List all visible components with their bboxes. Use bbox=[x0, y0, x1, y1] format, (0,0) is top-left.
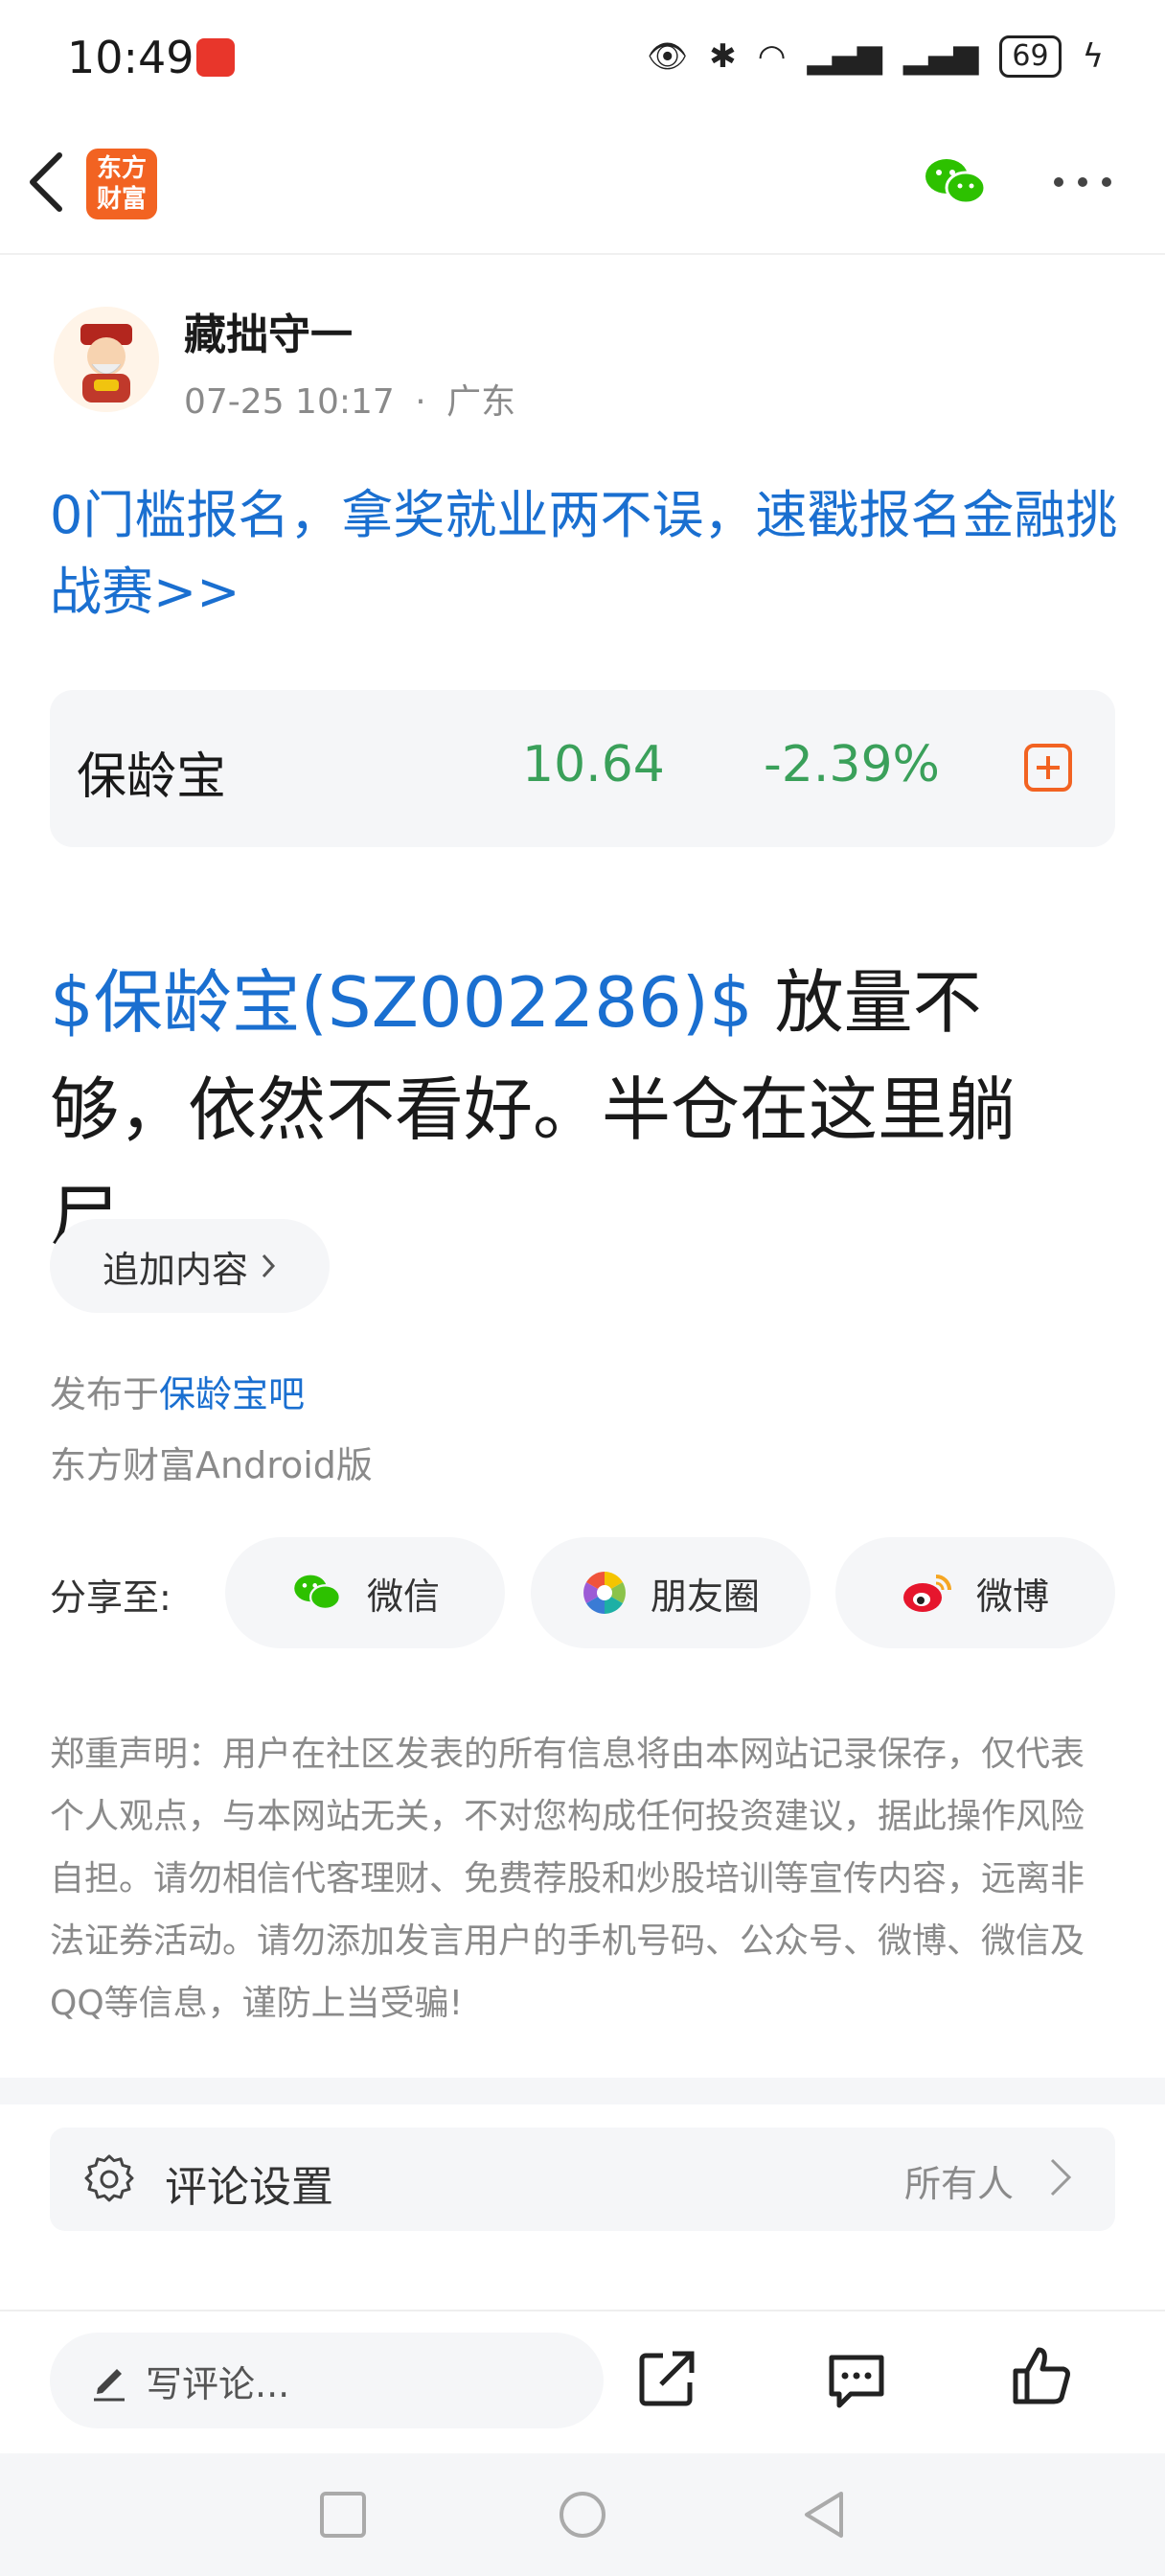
share-weibo-button[interactable]: 微博 bbox=[835, 1537, 1115, 1648]
app-logo: 东方 财富 bbox=[86, 149, 157, 219]
moments-icon bbox=[583, 1572, 626, 1614]
weibo-icon bbox=[902, 1575, 951, 1612]
wifi-icon: ◠ bbox=[757, 37, 787, 76]
back-arrow-icon[interactable] bbox=[21, 144, 79, 220]
client-info: 东方财富Android版 bbox=[50, 1444, 373, 1486]
thumbs-up-icon[interactable] bbox=[1010, 2344, 1073, 2407]
bar-link[interactable]: 保龄宝吧 bbox=[159, 1373, 305, 1415]
chevron-right-icon bbox=[1050, 2158, 1072, 2196]
append-content-button[interactable]: 追加内容 bbox=[50, 1219, 330, 1313]
add-watchlist-icon[interactable] bbox=[1023, 743, 1073, 793]
comment-settings-value: 所有人 bbox=[904, 2163, 1015, 2205]
signal-icon: ▂▄▆ bbox=[807, 37, 882, 76]
share-label: 分享至: bbox=[50, 1576, 171, 1619]
battery-level: 69 bbox=[999, 35, 1062, 78]
stock-price: 10.64 bbox=[522, 736, 665, 794]
published-prefix: 发布于 bbox=[50, 1373, 160, 1415]
promo-link[interactable]: 0门槛报名，拿奖就业两不误，速戳报名金融挑战赛>> bbox=[50, 477, 1123, 631]
bottom-bar-divider bbox=[0, 2310, 1165, 2312]
post-meta: 07-25 10:17 · 广东 bbox=[184, 374, 515, 424]
append-content-label: 追加内容 bbox=[102, 1248, 248, 1291]
signal-icon-2: ▂▄▆ bbox=[902, 37, 979, 76]
post-date: 07-25 10:17 bbox=[184, 382, 395, 422]
share-wechat-label: 微信 bbox=[366, 1575, 440, 1618]
wechat-share-icon[interactable] bbox=[922, 153, 989, 211]
post-stock-tag[interactable]: $保龄宝(SZ002286)$ bbox=[50, 962, 753, 1043]
comment-settings-label: 评论设置 bbox=[165, 2163, 333, 2212]
gear-icon bbox=[84, 2154, 134, 2202]
comment-placeholder: 写评论... bbox=[146, 2362, 290, 2405]
share-moments-label: 朋友圈 bbox=[650, 1575, 760, 1618]
published-in: 发布于保龄宝吧 bbox=[50, 1365, 305, 1417]
nav-divider bbox=[0, 253, 1165, 255]
bluetooth-icon: ✱ bbox=[709, 37, 737, 76]
status-time: 10:49 bbox=[67, 32, 194, 83]
eye-icon: 👁 bbox=[647, 37, 689, 76]
pen-icon bbox=[94, 2369, 125, 2402]
comment-icon[interactable] bbox=[826, 2350, 887, 2411]
more-icon[interactable] bbox=[1049, 163, 1116, 201]
author-avatar[interactable] bbox=[54, 307, 159, 412]
wechat-icon bbox=[294, 1575, 341, 1611]
back-nav-icon[interactable] bbox=[797, 2488, 851, 2542]
stock-name: 保龄宝 bbox=[77, 748, 227, 806]
share-weibo-label: 微博 bbox=[975, 1575, 1049, 1618]
home-icon[interactable] bbox=[556, 2488, 609, 2542]
chevron-right-icon bbox=[262, 1254, 276, 1278]
app-notification-icon bbox=[196, 38, 235, 77]
meta-separator: · bbox=[415, 382, 426, 422]
section-divider bbox=[0, 2078, 1165, 2104]
share-icon[interactable] bbox=[636, 2348, 697, 2409]
share-moments-button[interactable]: 朋友圈 bbox=[531, 1537, 811, 1648]
stock-change: -2.39% bbox=[764, 736, 940, 794]
charging-icon: ϟ bbox=[1082, 37, 1104, 76]
status-icons: 👁 ✱ ◠ ▂▄▆ ▂▄▆ 69 ϟ bbox=[647, 33, 1104, 80]
comment-input[interactable]: 写评论... bbox=[50, 2333, 604, 2428]
author-name[interactable]: 藏拙守一 bbox=[184, 300, 353, 361]
post-location: 广东 bbox=[446, 382, 516, 422]
disclaimer: 郑重声明：用户在社区发表的所有信息将由本网站记录保存，仅代表个人观点，与本网站无… bbox=[50, 1735, 1085, 2023]
recents-icon[interactable] bbox=[316, 2488, 370, 2542]
share-wechat-button[interactable]: 微信 bbox=[225, 1537, 505, 1648]
